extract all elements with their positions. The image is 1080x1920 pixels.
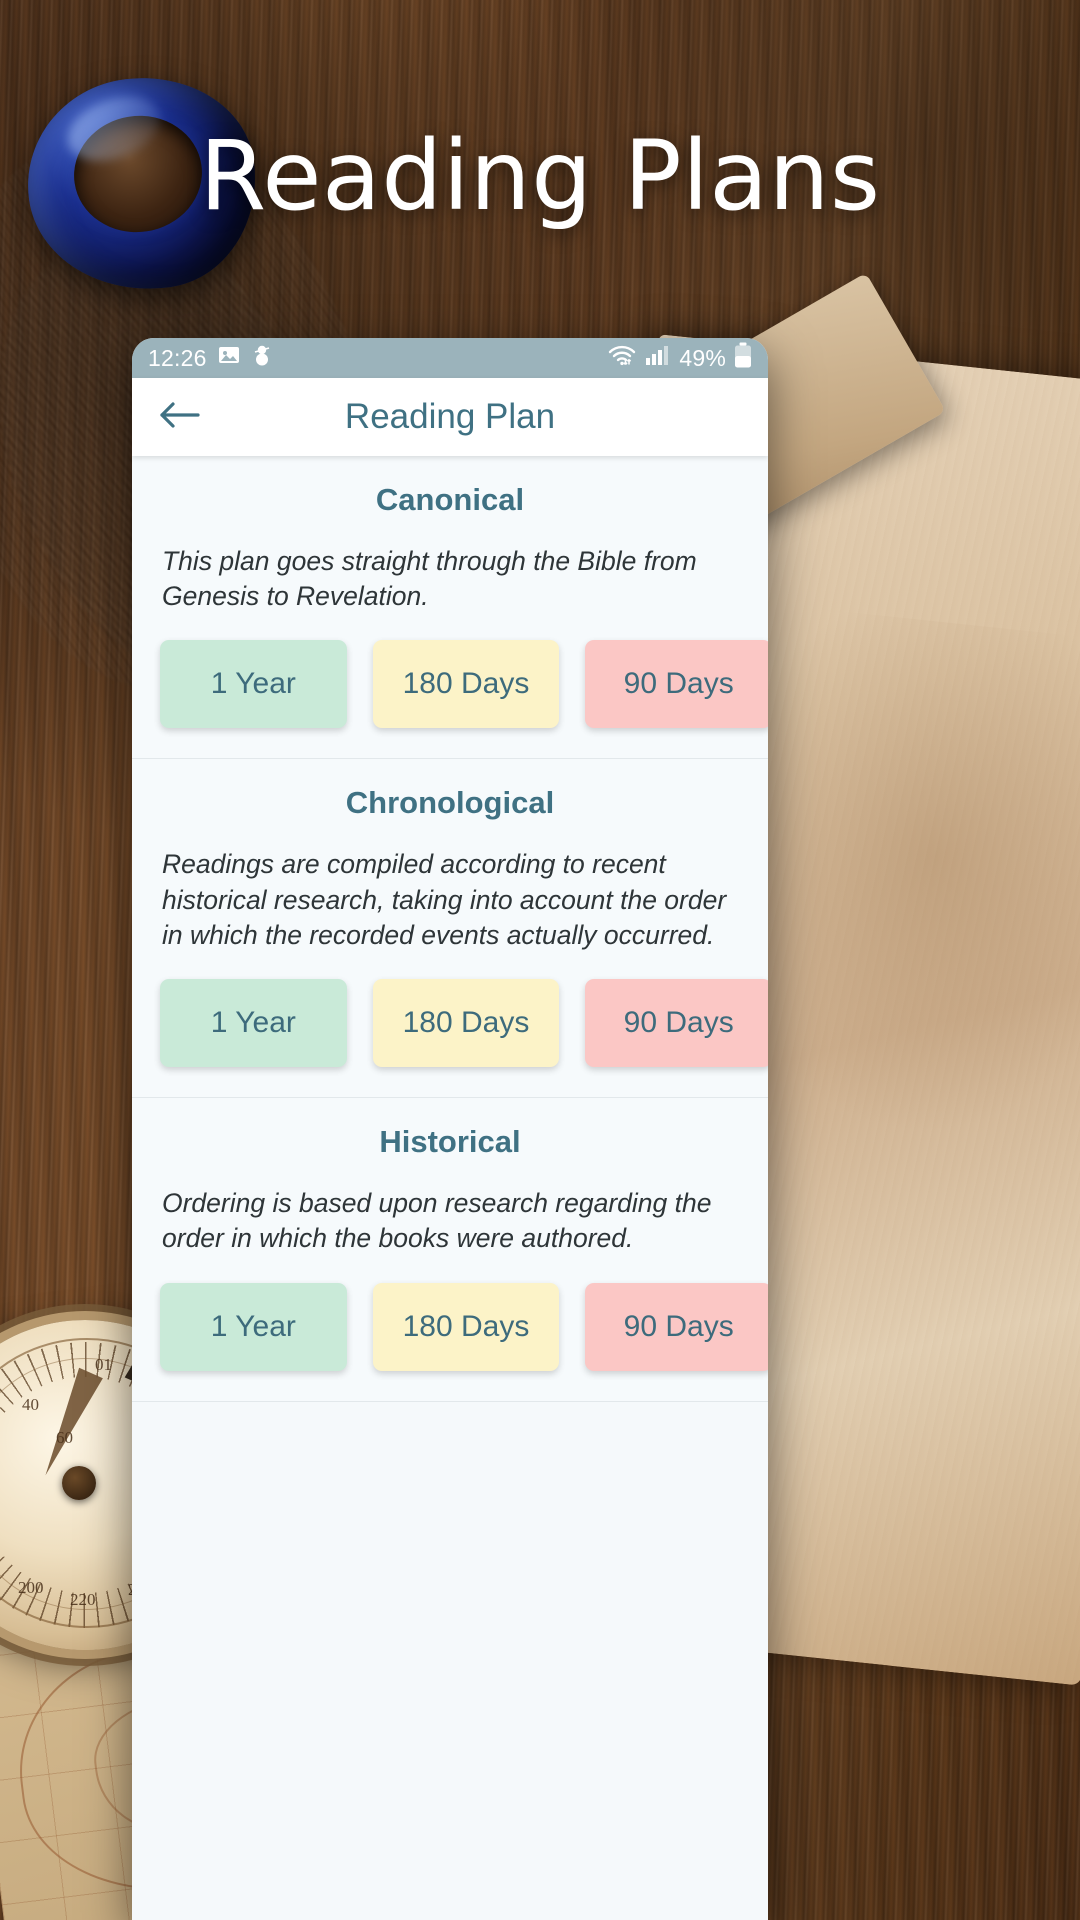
duration-button-180-days[interactable]: 180 Days (372, 979, 560, 1068)
compass-label-01: 01 (95, 1355, 112, 1374)
plan-description: Ordering is based upon research regardin… (162, 1188, 712, 1254)
snowman-icon (251, 343, 273, 373)
compass-hub (62, 1466, 96, 1500)
app-bar: Reading Plan (132, 378, 768, 456)
duration-button-180-days[interactable]: 180 Days (372, 640, 560, 729)
duration-button-row: 1 Year 180 Days 90 Days (132, 1282, 768, 1371)
duration-button-1-year[interactable]: 1 Year (160, 640, 347, 729)
duration-button-180-days[interactable]: 180 Days (372, 1282, 560, 1371)
plan-title: Chronological (345, 785, 555, 821)
compass-label-60: 60 (56, 1428, 73, 1447)
back-button[interactable] (146, 398, 212, 437)
wifi-icon (607, 343, 637, 373)
banner-title: Reading Plans (199, 120, 881, 232)
page-title: Reading Plan (344, 397, 556, 436)
plan-description: This plan goes straight through the Bibl… (162, 546, 697, 612)
plan-card-historical: Historical Ordering is based upon resear… (132, 1098, 768, 1402)
battery-percent-label: 49% (679, 344, 726, 371)
duration-button-90-days[interactable]: 90 Days (585, 979, 768, 1068)
plan-title: Historical (379, 1124, 521, 1160)
promo-screenshot: 01 40 60 80 200 220 240 Reading Plans 12… (0, 0, 1080, 1920)
status-bar-clock: 12:26 (148, 344, 207, 371)
back-arrow-icon (157, 398, 201, 437)
plan-title: Canonical (375, 482, 525, 517)
empty-list-area (132, 1401, 768, 1662)
status-bar-left: 12:26 (148, 343, 273, 373)
plan-card-canonical: Canonical This plan goes straight throug… (132, 456, 768, 760)
duration-button-row: 1 Year 180 Days 90 Days (132, 979, 768, 1068)
duration-button-1-year[interactable]: 1 Year (160, 979, 347, 1068)
plan-list: Canonical This plan goes straight throug… (132, 456, 768, 1920)
duration-button-1-year[interactable]: 1 Year (160, 1282, 347, 1371)
cellular-signal-icon (645, 344, 671, 372)
duration-button-90-days[interactable]: 90 Days (585, 1282, 768, 1371)
status-bar: 12:26 49% (132, 338, 768, 378)
compass-label-200: 200 (18, 1578, 44, 1597)
compass-label-40: 40 (22, 1395, 39, 1414)
duration-button-90-days[interactable]: 90 Days (585, 640, 768, 729)
battery-icon (734, 342, 752, 374)
status-bar-right: 49% (607, 342, 752, 374)
plan-description: Readings are compiled according to recen… (162, 849, 727, 950)
phone-screenshot: 12:26 49% Reading Plan Canonical This pl… (132, 338, 768, 1920)
plan-card-chronological: Chronological Readings are compiled acco… (132, 759, 768, 1099)
image-icon (217, 343, 241, 373)
duration-button-row: 1 Year 180 Days 90 Days (132, 640, 768, 729)
compass-label-220: 220 (70, 1590, 96, 1609)
